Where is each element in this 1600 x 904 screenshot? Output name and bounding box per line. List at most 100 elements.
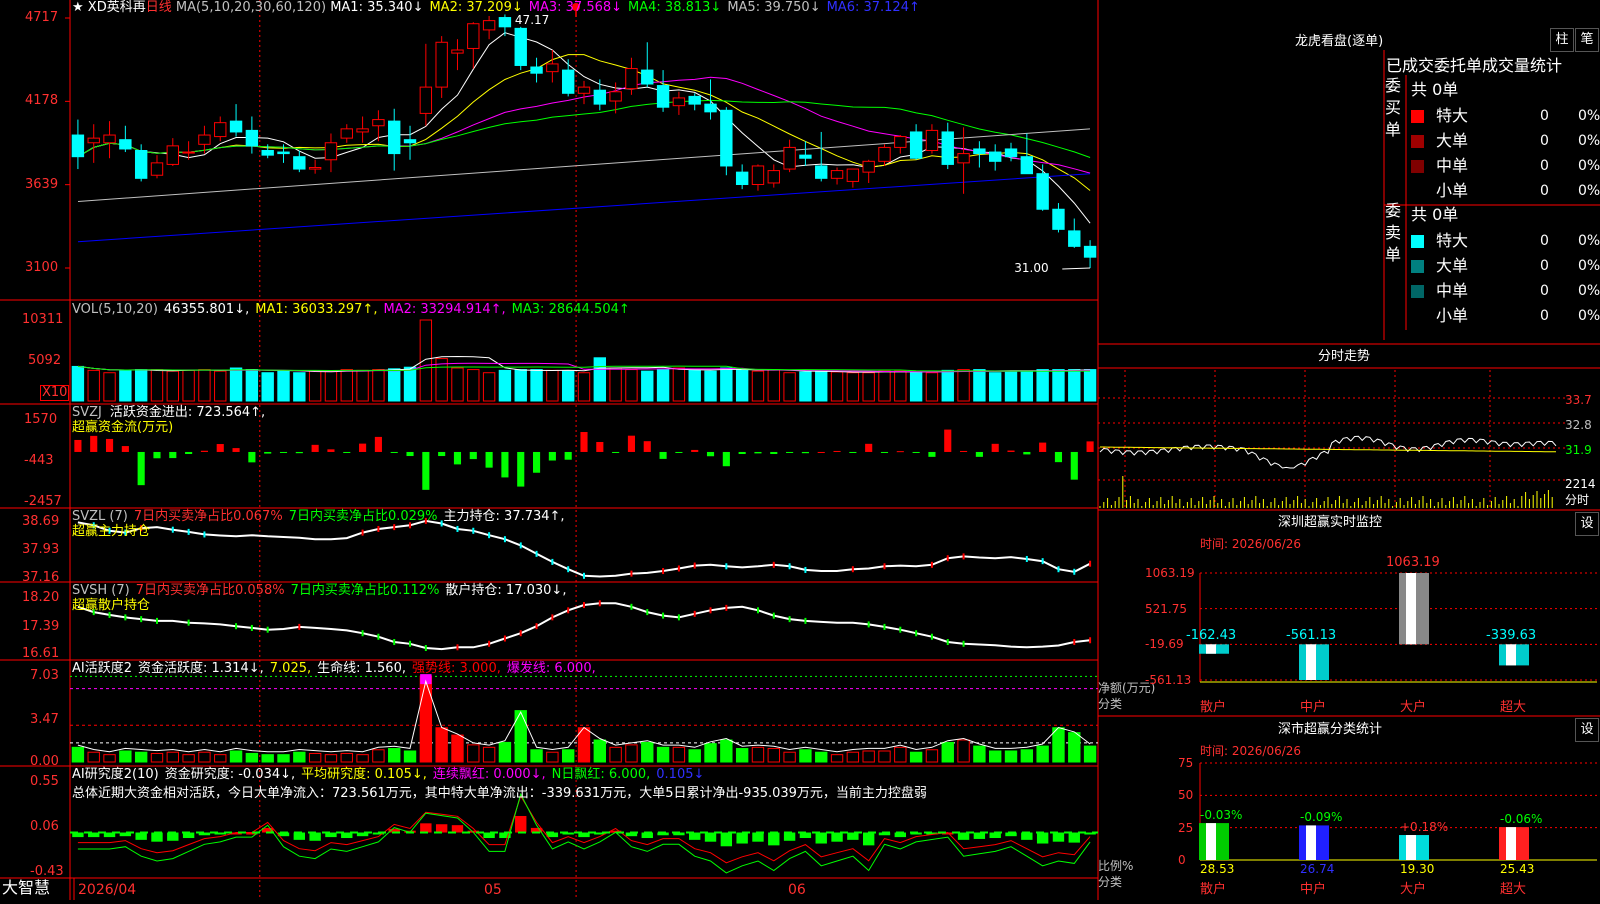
ai2-header: AI活跃度2 资金活跃度: 1.314↓, 7.025, 生命线: 1.560, 强势线… [72,661,602,677]
monitor-axis-label: -19.69 [1145,637,1184,652]
panel-title: 龙虎看盘(逐单) [1295,34,1384,49]
activity-bar [388,748,401,763]
stat-settings-button[interactable]: 设 [1575,718,1599,742]
ma-value-number: 39.750↓ [760,0,821,15]
fund-flow-bar [975,451,983,457]
fund-flow-bar [374,436,382,452]
fund-flow-bar [1054,451,1063,463]
order-count: 0 [1540,308,1549,324]
candle-down [656,85,670,108]
candle-up [783,146,796,170]
fund-flow-bar [738,451,746,455]
candle-down [973,148,986,155]
candle-up [198,134,211,145]
svzj-axis-label: -443 [24,452,54,468]
star-icon[interactable]: ★ [72,0,84,15]
fund-flow-bar [833,450,841,452]
activity-bar [340,752,353,763]
stat-axis-label: 25 [1178,820,1194,835]
volume-bar [261,372,274,402]
research-bar [783,832,796,841]
stat-value-label: 25.43 [1500,862,1535,876]
volume-bar [530,369,543,402]
candle-down [134,149,148,179]
monitor-bar-highlight [1206,644,1216,654]
volume-bar [150,369,164,402]
activity-bar [308,752,322,763]
intraday-price-mid: 32.8 [1565,418,1592,432]
research-bar [167,832,179,841]
order-type: 特大 [1436,231,1469,250]
stat-category: 散户 [1200,882,1227,897]
monitor-category: 大户 [1400,700,1427,715]
volume-bar [957,369,970,402]
candle-down [1036,173,1049,210]
svsh-header-item: 散户持仓: 17.030↓, [445,583,567,598]
candle-down [229,120,243,133]
stat-title: 深市超赢分类统计 [1278,722,1383,737]
candle-up [435,41,448,88]
stock-name[interactable]: XD英科再 [88,0,146,15]
research-bar [752,832,764,842]
ai3-axis-label: 0.55 [30,774,59,789]
fund-flow-bar [960,450,968,452]
candle-up [862,160,875,173]
candle-up [308,167,322,170]
svzl-header-item: 7日内买卖净占比0.029% [288,509,438,524]
fund-flow-bar [770,451,778,455]
price-axis-label: 3100 [25,260,59,275]
column-view-button[interactable]: 柱 [1550,28,1574,52]
volume-bar [720,367,733,402]
vol-header: VOL(5,10,20) 46355.801↓, MA1: 36033.297↑, M… [72,302,636,318]
fund-flow-bar [501,451,509,478]
activity-bar [1068,732,1081,763]
fund-flow-bar [390,451,398,453]
svzj-value: 活跃资金进出: 723.564↑, [109,405,266,420]
intraday-volume-label: 2214 [1565,477,1596,491]
ma-value-6: MA6: 37.124↑ [826,0,920,15]
svzj-axis-label: 1570 [24,412,58,427]
price-axis-label: 3639 [25,176,59,192]
activity-bar [720,739,733,763]
monitor-settings-button[interactable]: 设 [1575,512,1599,536]
candle-down [1020,156,1034,175]
activity-bar [530,749,543,763]
activity-bar [593,739,607,763]
ma-values: MA1: 35.340↓ MA2: 37.209↓ MA3: 37.568↓ MA4:… [330,0,926,15]
volume-bar [182,369,195,402]
candle-down [119,139,132,150]
tick-view-button[interactable]: 笔 [1575,28,1599,52]
candle-down [799,154,812,159]
volume-bar [308,370,322,402]
volume-bar [577,372,591,402]
fund-flow-bar [438,451,446,457]
activity-bar [467,744,480,763]
monitor-axis-label: 1063.19 [1145,566,1195,580]
monitor-bar-highlight [1506,644,1516,666]
volume-bar [641,370,654,402]
volume-bar [293,372,306,402]
ai2-axis-label: 0.00 [30,754,59,769]
candle-down [1083,245,1097,258]
period-label[interactable]: 日线 [146,0,172,15]
volume-bar [498,369,512,402]
volume-bar [767,369,780,402]
volume-bar [815,370,828,402]
candle-down [641,69,654,85]
volume-bar [119,369,132,402]
intraday-title[interactable]: 分时走势 [1318,349,1370,365]
low-price-pointer [1062,267,1091,270]
ai2-header-item: 生命线: 1.560, [317,661,406,676]
order-percent: 0% [1578,108,1600,124]
research-bar [435,824,448,833]
ai2-header-item: 爆发线: 6.000, [506,661,596,676]
candle-down [388,120,401,155]
activity-bar [451,734,464,763]
activity-bar [419,675,433,763]
volume-bar [846,372,860,402]
sell-total: 共 0单 [1411,205,1459,224]
activity-bar [435,727,448,763]
fund-flow-bar [1086,441,1094,452]
fund-flow-bar [944,429,952,452]
brand-label: 大智慧 [2,878,51,897]
